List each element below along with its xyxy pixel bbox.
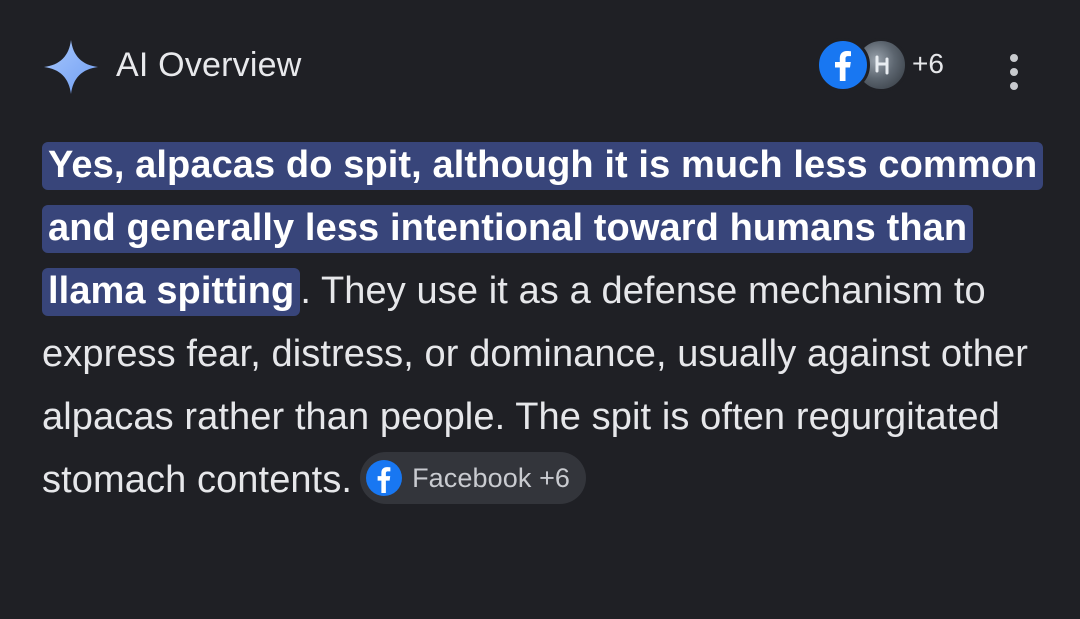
more-vert-icon[interactable]	[998, 44, 1030, 90]
citation-chip-label: Facebook +6	[412, 462, 571, 493]
sparkle-icon	[44, 40, 98, 94]
facebook-icon	[816, 38, 870, 92]
facebook-icon	[366, 459, 403, 496]
sources-count: +6	[912, 48, 944, 79]
ai-overview-header: AI Overview +6	[0, 0, 1080, 130]
section-title: AI Overview	[116, 46, 302, 84]
sources-button[interactable]: +6	[816, 38, 956, 94]
answer-text: Yes, alpacas do spit, although it is muc…	[42, 134, 1052, 512]
citation-chip[interactable]: Facebook +6	[360, 451, 587, 504]
